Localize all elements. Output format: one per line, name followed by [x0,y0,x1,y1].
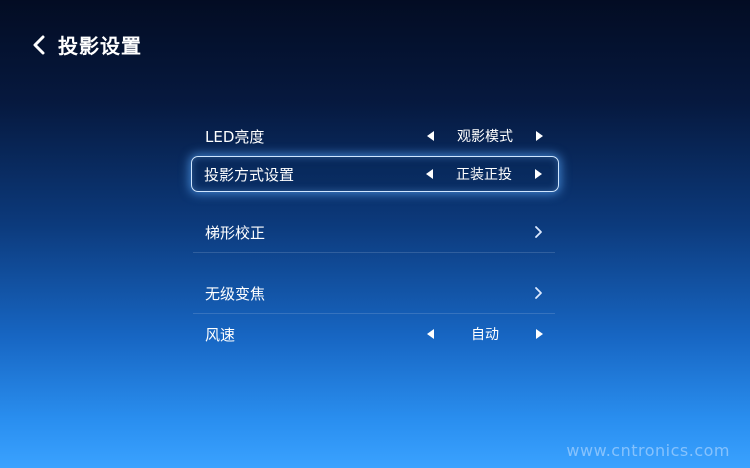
triangle-right-icon[interactable] [536,131,543,141]
triangle-right-icon[interactable] [535,169,542,179]
menu-item-label: 风速 [205,325,236,344]
triangle-left-icon[interactable] [427,329,434,339]
triangle-left-icon[interactable] [427,131,434,141]
value-selector: 观影模式 [427,126,543,146]
chevron-right-icon [533,286,543,300]
chevron-right-icon [533,225,543,239]
menu-item-projection-mode[interactable]: 投影方式设置 正装正投 [191,156,559,192]
menu-item-led-brightness[interactable]: LED亮度 观影模式 [193,116,555,156]
menu-item-value: 观影模式 [457,129,513,145]
menu-item-value: 自动 [471,327,499,343]
back-chevron-icon[interactable] [32,32,52,58]
header: 投影设置 [32,30,142,59]
menu-item-label: 梯形校正 [205,223,266,242]
menu-item-label: LED亮度 [205,127,265,146]
menu-item-keystone-correction[interactable]: 梯形校正 [193,212,555,252]
menu-item-label: 投影方式设置 [204,165,295,184]
settings-menu: LED亮度 观影模式 投影方式设置 正装正投 梯形校正 无级变焦 风速 自动 [191,116,559,354]
value-selector: 正装正投 [426,164,542,184]
triangle-left-icon[interactable] [426,169,433,179]
value-selector: 自动 [427,324,543,344]
menu-item-fan-speed[interactable]: 风速 自动 [193,314,555,354]
triangle-right-icon[interactable] [536,329,543,339]
menu-item-value: 正装正投 [456,167,512,183]
page-title: 投影设置 [58,34,142,58]
watermark: www.cntronics.com [566,441,730,460]
menu-item-label: 无级变焦 [205,284,266,303]
menu-item-stepless-zoom[interactable]: 无级变焦 [193,273,555,313]
